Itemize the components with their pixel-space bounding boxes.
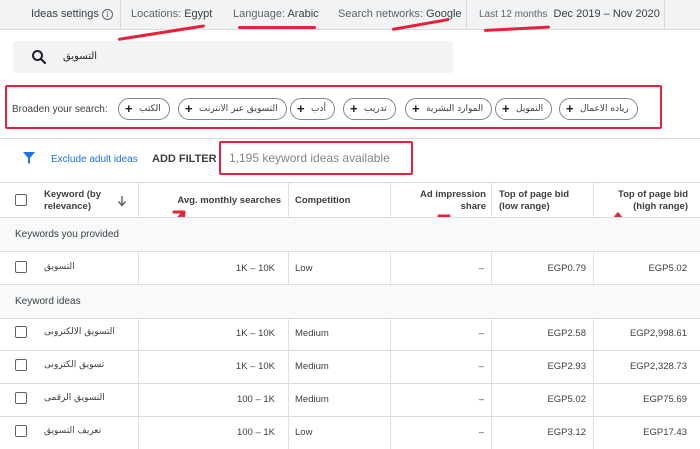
cell-searches: 100 – 1K	[236, 427, 275, 438]
cell-searches: 1K – 10K	[235, 361, 275, 372]
cell-bid-low: EGP2.58	[547, 328, 586, 339]
column-divider	[390, 318, 391, 449]
column-divider	[491, 251, 492, 284]
group-keywords-provided: Keywords you provided	[0, 218, 700, 251]
cell-bid-low: EGP0.79	[547, 263, 586, 274]
column-divider	[138, 251, 139, 284]
divider	[0, 383, 700, 384]
group-label: Keywords you provided	[15, 229, 119, 240]
cell-keyword: التسويق الرقمى	[44, 393, 105, 403]
column-divider	[593, 251, 594, 284]
row-checkbox[interactable]	[15, 392, 27, 404]
column-divider	[138, 318, 139, 449]
cell-impression: –	[478, 263, 484, 274]
column-divider	[491, 318, 492, 449]
group-label: Keyword ideas	[15, 296, 81, 307]
divider	[0, 350, 700, 351]
column-divider	[288, 318, 289, 449]
cell-impression: –	[478, 361, 484, 372]
cell-bid-high: EGP2,328.73	[629, 361, 687, 372]
cell-keyword: التسويق	[44, 262, 75, 272]
cell-bid-high: EGP75.69	[643, 394, 687, 405]
row-checkbox[interactable]	[15, 261, 27, 273]
column-divider	[390, 251, 391, 284]
cell-keyword: تعريف التسويق	[44, 426, 102, 436]
divider	[0, 416, 700, 417]
cell-competition: Medium	[295, 328, 329, 339]
cell-impression: –	[478, 328, 484, 339]
cell-competition: Low	[295, 263, 313, 274]
cell-keyword: تسويق الكترونى	[44, 360, 105, 370]
cell-impression: –	[478, 394, 484, 405]
cell-bid-high: EGP5.02	[648, 263, 687, 274]
cell-bid-low: EGP2.93	[547, 361, 586, 372]
cell-searches: 1K – 10K	[235, 328, 275, 339]
row-checkbox[interactable]	[15, 326, 27, 338]
cell-competition: Medium	[295, 394, 329, 405]
row-checkbox[interactable]	[15, 359, 27, 371]
cell-searches: 100 – 1K	[236, 394, 275, 405]
divider	[0, 318, 700, 319]
cell-bid-high: EGP17.43	[643, 427, 687, 438]
cell-competition: Medium	[295, 361, 329, 372]
cell-bid-low: EGP5.02	[547, 394, 586, 405]
cell-keyword: التسويق الالكترونى	[44, 327, 115, 337]
cell-searches: 1K – 10K	[235, 263, 275, 274]
divider	[0, 251, 700, 252]
column-divider	[288, 251, 289, 284]
row-checkbox[interactable]	[15, 425, 27, 437]
column-divider	[593, 318, 594, 449]
cell-competition: Low	[295, 427, 313, 438]
cell-impression: –	[478, 427, 484, 438]
group-keyword-ideas: Keyword ideas	[0, 285, 700, 318]
cell-bid-low: EGP3.12	[547, 427, 586, 438]
cell-bid-high: EGP2,998.61	[629, 328, 687, 339]
